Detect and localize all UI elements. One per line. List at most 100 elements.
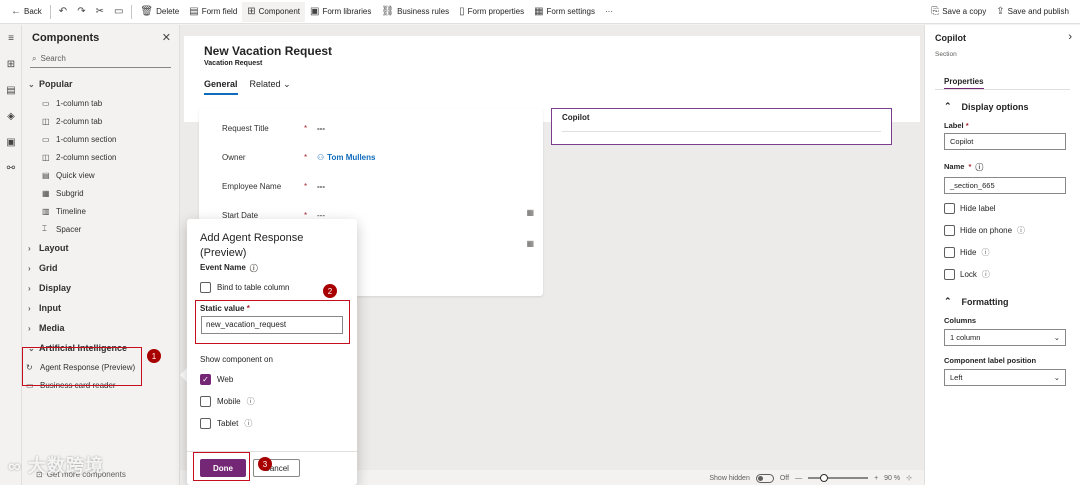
checkbox[interactable] xyxy=(200,418,211,429)
info-icon[interactable]: ⓘ xyxy=(981,247,989,258)
tab-icon: ◫ xyxy=(42,116,50,126)
flow-icon: ⛓ xyxy=(381,6,395,17)
web-checkbox[interactable]: ✓ Web xyxy=(200,374,233,385)
display-options-header[interactable]: ⌃ Display options xyxy=(944,101,1029,112)
group-media[interactable]: › Media xyxy=(22,318,179,338)
component-subgrid[interactable]: ▦ Subgrid xyxy=(38,184,179,202)
command-bar: ← Back ↶ ↷ ✂ ▭ 🗑 Delete ▤ Form field ⊞ Compo… xyxy=(0,0,1080,24)
step-badge-3: 3 xyxy=(258,457,272,471)
search-input[interactable]: ⌕ Search xyxy=(30,50,171,68)
tree-rail-icon[interactable]: ⚯ xyxy=(0,155,22,181)
bind-column-checkbox[interactable]: Bind to table column xyxy=(200,282,290,293)
arrow-left-icon: ← xyxy=(11,6,21,17)
checkbox[interactable] xyxy=(944,269,955,280)
columns-select[interactable]: 1 column ⌄ xyxy=(944,329,1066,346)
checkbox[interactable] xyxy=(200,396,211,407)
tab-related[interactable]: Related ⌄ xyxy=(250,79,291,95)
hide-label-checkbox[interactable]: Hide label xyxy=(944,203,996,214)
zoom-in-icon[interactable]: + xyxy=(874,475,878,482)
form-settings-button[interactable]: ▦ Form settings xyxy=(529,2,600,22)
component-timeline[interactable]: ▥ Timeline xyxy=(38,202,179,220)
redo-button[interactable]: ↷ xyxy=(72,2,90,22)
annotation-box-static-value xyxy=(195,300,350,344)
calendar-icon[interactable]: ▦ xyxy=(526,239,534,248)
step-badge-2: 2 xyxy=(323,284,337,298)
event-name-label: Event Name ⓘ xyxy=(200,263,258,274)
paste-button[interactable]: ▭ xyxy=(109,2,128,22)
field-employee-name[interactable]: Employee Name * --- xyxy=(222,180,532,192)
required-mark: * xyxy=(304,181,308,191)
checkbox[interactable] xyxy=(944,247,955,258)
copilot-section[interactable]: Copilot xyxy=(551,108,892,145)
component-2-column-section[interactable]: ◫ 2-column section xyxy=(38,148,179,166)
hide-on-phone-checkbox[interactable]: Hide on phone ⓘ xyxy=(944,225,1025,236)
group-popular[interactable]: ⌄ Popular xyxy=(22,74,179,94)
group-layout[interactable]: › Layout xyxy=(22,238,179,258)
component-button[interactable]: ⊞ Component xyxy=(242,1,306,22)
business-rules-button[interactable]: ⛓ Business rules xyxy=(376,2,454,22)
field-request-title[interactable]: Request Title * --- xyxy=(222,122,532,134)
info-icon[interactable]: ⓘ xyxy=(975,162,983,173)
fit-icon[interactable]: ⊹ xyxy=(906,474,912,482)
component-icon: ⊞ xyxy=(247,6,256,17)
lock-checkbox[interactable]: Lock ⓘ xyxy=(944,269,990,280)
add-agent-response-dialog: Add Agent Response (Preview) Event Name ⓘ… xyxy=(187,219,357,485)
back-button[interactable]: ← Back xyxy=(6,2,47,22)
watermark-logo: ∞ 大数跨境 xyxy=(8,456,104,476)
components-rail-icon[interactable]: ⊞ xyxy=(0,51,22,77)
field-owner[interactable]: Owner * ⚇ Tom Mullens xyxy=(222,151,532,163)
group-input[interactable]: › Input xyxy=(22,298,179,318)
tablet-checkbox[interactable]: Tablet ⓘ xyxy=(200,418,252,429)
redo-icon: ↷ xyxy=(77,6,86,17)
mobile-checkbox[interactable]: Mobile ⓘ xyxy=(200,396,255,407)
group-grid[interactable]: › Grid xyxy=(22,258,179,278)
info-icon[interactable]: ⓘ xyxy=(244,418,252,429)
name-input[interactable]: _section_665 xyxy=(944,177,1066,194)
component-1-column-tab[interactable]: ▭ 1-column tab xyxy=(38,94,179,112)
image-rail-icon[interactable]: ▣ xyxy=(0,129,22,155)
tab-general[interactable]: General xyxy=(204,79,238,95)
component-quick-view[interactable]: ▤ Quick view xyxy=(38,166,179,184)
info-icon[interactable]: ⓘ xyxy=(1017,225,1025,236)
form-properties-button[interactable]: ▯ Form properties xyxy=(454,2,529,22)
checkbox[interactable] xyxy=(944,225,955,236)
info-icon[interactable]: ⓘ xyxy=(247,396,255,407)
component-1-column-section[interactable]: ▭ 1-column section xyxy=(38,130,179,148)
table-columns-rail-icon[interactable]: ▤ xyxy=(0,77,22,103)
checkbox[interactable] xyxy=(944,203,955,214)
label-position-select[interactable]: Left ⌄ xyxy=(944,369,1066,386)
checkbox[interactable] xyxy=(200,282,211,293)
chevron-down-icon: ⌄ xyxy=(283,79,291,89)
delete-button[interactable]: 🗑 Delete xyxy=(135,2,184,22)
zoom-slider-thumb[interactable] xyxy=(820,474,829,482)
info-icon[interactable]: ⓘ xyxy=(250,263,258,274)
calendar-icon[interactable]: ▦ xyxy=(526,208,534,217)
group-display[interactable]: › Display xyxy=(22,278,179,298)
show-hidden-toggle[interactable] xyxy=(755,473,774,483)
label-input[interactable]: Copilot xyxy=(944,133,1066,150)
chevron-right-icon: › xyxy=(28,243,31,253)
zoom-out-icon[interactable]: — xyxy=(795,475,802,482)
person-icon: ⚇ xyxy=(317,152,325,162)
label-position-label: Component label position xyxy=(944,356,1037,365)
component-2-column-tab[interactable]: ◫ 2-column tab xyxy=(38,112,179,130)
formatting-header[interactable]: ⌃ Formatting xyxy=(944,296,1009,307)
form-libraries-button[interactable]: ▣ Form libraries xyxy=(305,2,376,22)
form-field-button[interactable]: ▤ Form field xyxy=(184,2,242,22)
close-icon[interactable]: ✕ xyxy=(162,31,171,44)
component-spacer[interactable]: ⌶ Spacer xyxy=(38,220,179,238)
more-button[interactable]: ··· xyxy=(600,2,618,22)
checkmark-icon[interactable]: ✓ xyxy=(200,374,211,385)
save-publish-button[interactable]: ⇪ Save and publish xyxy=(991,2,1074,22)
chevron-right-icon[interactable]: › xyxy=(1068,31,1072,43)
save-copy-button[interactable]: ⎘ Save a copy xyxy=(926,2,991,22)
dialog-title: Add Agent Response (Preview) xyxy=(200,232,304,259)
hamburger-icon[interactable]: ≡ xyxy=(0,25,22,51)
cut-button[interactable]: ✂ xyxy=(91,2,109,22)
owner-link[interactable]: Tom Mullens xyxy=(327,153,375,162)
layers-rail-icon[interactable]: ◈ xyxy=(0,103,22,129)
zoom-slider[interactable] xyxy=(808,474,869,482)
hide-checkbox[interactable]: Hide ⓘ xyxy=(944,247,989,258)
undo-button[interactable]: ↶ xyxy=(54,2,72,22)
info-icon[interactable]: ⓘ xyxy=(982,269,990,280)
